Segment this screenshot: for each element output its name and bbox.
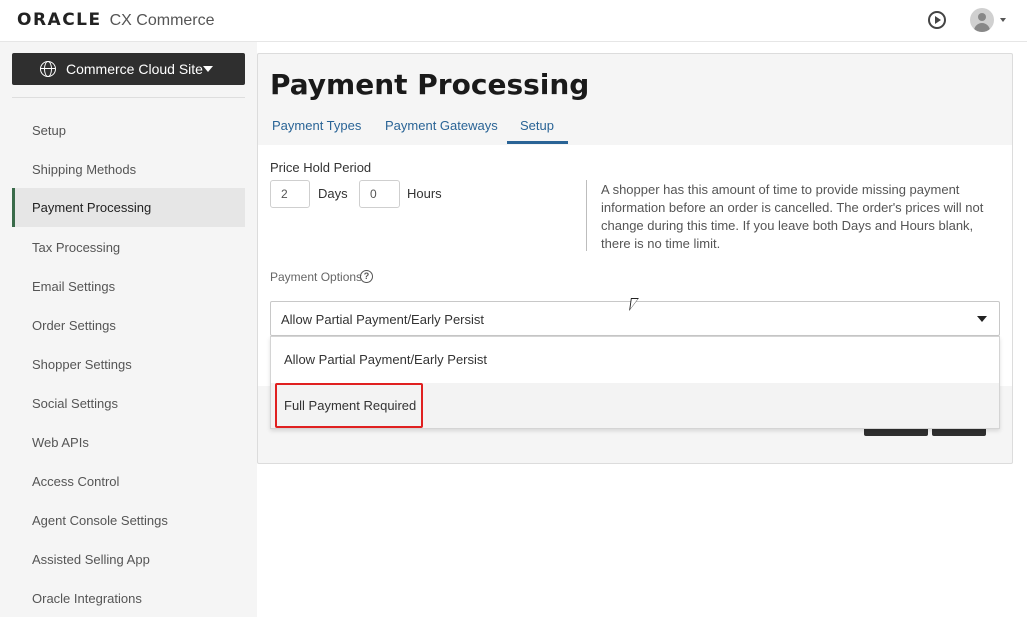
price-hold-help-text: A shopper has this amount of time to pro… bbox=[601, 182, 984, 251]
sidebar-item-label: Setup bbox=[32, 123, 66, 138]
sidebar-item-web-apis[interactable]: Web APIs bbox=[12, 423, 245, 462]
price-hold-label: Price Hold Period bbox=[270, 160, 372, 175]
caret-down-icon bbox=[977, 316, 987, 322]
sidebar-item-label: Oracle Integrations bbox=[32, 591, 142, 606]
top-header: ORACLE CX Commerce bbox=[0, 0, 1027, 42]
tab-setup[interactable]: Setup bbox=[520, 118, 554, 133]
sidebar-item-social-settings[interactable]: Social Settings bbox=[12, 384, 245, 423]
sidebar-item-setup[interactable]: Setup bbox=[12, 111, 245, 150]
sidebar-item-payment-processing[interactable]: Payment Processing bbox=[12, 188, 245, 227]
payment-options-label: Payment Options bbox=[270, 270, 363, 284]
sidebar-item-label: Social Settings bbox=[32, 396, 118, 411]
sidebar-item-label: Agent Console Settings bbox=[32, 513, 168, 528]
days-input[interactable]: 2 bbox=[270, 180, 310, 208]
sidebar-item-label: Web APIs bbox=[32, 435, 89, 450]
oracle-wordmark: ORACLE bbox=[17, 10, 102, 30]
hours-input[interactable]: 0 bbox=[359, 180, 400, 208]
sidebar-item-label: Payment Processing bbox=[32, 200, 152, 215]
user-body-icon bbox=[974, 23, 990, 32]
sidebar-item-access-control[interactable]: Access Control bbox=[12, 462, 245, 501]
sidebar-item-label: Shopper Settings bbox=[32, 357, 132, 372]
sidebar-item-label: Assisted Selling App bbox=[32, 552, 150, 567]
caret-down-icon bbox=[203, 66, 213, 72]
sidebar-item-assisted-selling-app[interactable]: Assisted Selling App bbox=[12, 540, 245, 579]
active-tab-indicator bbox=[507, 141, 568, 144]
hours-label: Hours bbox=[407, 186, 442, 201]
page-title: Payment Processing bbox=[270, 68, 590, 101]
sidebar-item-email-settings[interactable]: Email Settings bbox=[12, 267, 245, 306]
sidebar-item-label: Order Settings bbox=[32, 318, 116, 333]
site-selector-button[interactable]: Commerce Cloud Site bbox=[12, 53, 245, 85]
select-value: Allow Partial Payment/Early Persist bbox=[281, 312, 485, 327]
option-label: Allow Partial Payment/Early Persist bbox=[284, 352, 488, 367]
play-icon[interactable] bbox=[928, 11, 946, 29]
option-allow-partial-payment[interactable]: Allow Partial Payment/Early Persist bbox=[271, 337, 999, 382]
tab-payment-types[interactable]: Payment Types bbox=[272, 118, 361, 133]
sidebar-item-oracle-integrations[interactable]: Oracle Integrations bbox=[12, 579, 245, 617]
sidebar-item-label: Email Settings bbox=[32, 279, 116, 294]
chevron-down-icon[interactable] bbox=[1000, 18, 1006, 22]
user-head-icon bbox=[978, 13, 986, 21]
help-circle-icon[interactable]: ? bbox=[360, 270, 373, 283]
product-name: CX Commerce bbox=[109, 12, 215, 29]
tab-payment-gateways[interactable]: Payment Gateways bbox=[385, 118, 498, 133]
sidebar-item-label: Shipping Methods bbox=[32, 162, 137, 177]
sidebar-item-order-settings[interactable]: Order Settings bbox=[12, 306, 245, 345]
days-label: Days bbox=[318, 186, 348, 201]
sidebar-item-label: Access Control bbox=[32, 474, 120, 489]
sidebar-item-tax-processing[interactable]: Tax Processing bbox=[12, 228, 245, 267]
globe-icon bbox=[40, 61, 56, 77]
sidebar-item-shipping-methods[interactable]: Shipping Methods bbox=[12, 150, 245, 189]
site-selector-label: Commerce Cloud Site bbox=[66, 61, 203, 77]
brand-logo[interactable]: ORACLE CX Commerce bbox=[17, 10, 215, 30]
sidebar-item-agent-console-settings[interactable]: Agent Console Settings bbox=[12, 501, 245, 540]
sidebar-item-label: Tax Processing bbox=[32, 240, 121, 255]
highlight-annotation bbox=[275, 383, 423, 428]
help-divider bbox=[586, 180, 587, 251]
avatar[interactable] bbox=[970, 8, 994, 32]
sidebar-item-shopper-settings[interactable]: Shopper Settings bbox=[12, 345, 245, 384]
sidebar-divider bbox=[12, 97, 245, 98]
